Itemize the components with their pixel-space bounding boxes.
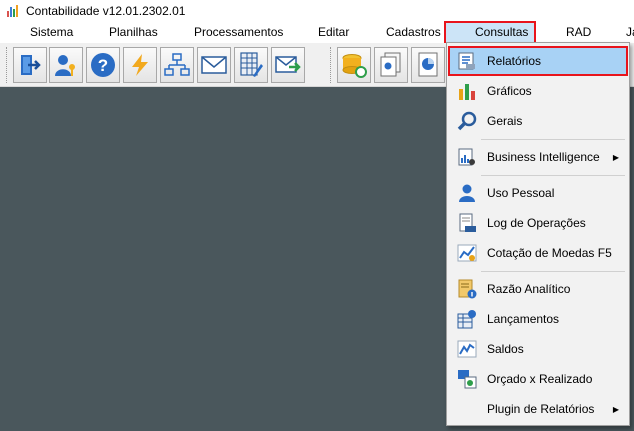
window-title: Contabilidade v12.01.2302.01 <box>26 4 186 18</box>
flowchart-button[interactable] <box>160 47 194 83</box>
menu-item-label: Gráficos <box>487 84 532 98</box>
menu-item-label: Cotação de Moedas F5 <box>487 246 612 260</box>
menu-item-gerais[interactable]: Gerais <box>449 107 627 135</box>
menu-planilhas[interactable]: Planilhas <box>109 22 158 43</box>
envelope-button[interactable] <box>197 47 231 83</box>
mail-send-icon <box>275 56 301 73</box>
menu-item-graficos[interactable]: Gráficos <box>449 77 627 105</box>
menu-item-label: Log de Operações <box>487 216 586 230</box>
bar-chart-icon <box>456 80 478 102</box>
menu-item-label: Saldos <box>487 342 524 356</box>
coins-refresh-icon <box>342 54 367 78</box>
submenu-arrow-icon: ▶ <box>612 152 619 162</box>
menu-item-relatorios[interactable]: Relatórios <box>448 46 628 76</box>
menu-item-saldos[interactable]: Saldos <box>449 335 627 363</box>
spreadsheet-pen-icon <box>240 52 263 77</box>
menu-item-label: Uso Pessoal <box>487 186 555 200</box>
menu-item-label: Orçado x Realizado <box>487 372 593 386</box>
menu-separator <box>481 175 625 176</box>
menu-item-label: Gerais <box>487 114 523 128</box>
menu-separator <box>481 139 625 140</box>
pages-button[interactable] <box>374 47 408 83</box>
menu-bar: Sistema Planilhas Processamentos Editar … <box>0 21 634 44</box>
pages-icon <box>380 52 401 77</box>
menu-item-plugin-de-relatorios[interactable]: Plugin de Relatórios ▶ <box>449 395 627 423</box>
magnifier-icon <box>456 110 478 132</box>
menu-sistema[interactable]: Sistema <box>30 22 73 43</box>
spreadsheet-pen-button[interactable] <box>234 47 268 83</box>
envelope-icon <box>201 56 227 74</box>
lightning-icon <box>132 54 148 76</box>
menu-consultas[interactable]: Consultas <box>444 21 536 44</box>
menu-item-label: Business Intelligence <box>487 150 600 164</box>
menu-rad[interactable]: RAD <box>566 22 591 43</box>
consultas-dropdown-menu: Relatórios Gráficos Gerais Business Inte… <box>446 42 630 426</box>
pie-chart-icon <box>418 52 438 77</box>
balance-chart-icon <box>456 338 478 360</box>
exit-button[interactable] <box>13 47 47 83</box>
log-document-icon <box>456 212 478 234</box>
submenu-arrow-icon: ▶ <box>612 404 619 414</box>
toolbar-grip[interactable] <box>330 47 333 83</box>
lightning-button[interactable] <box>123 47 157 83</box>
menu-ja[interactable]: Ja <box>626 22 634 43</box>
title-bar: Contabilidade v12.01.2302.01 <box>0 0 634 22</box>
flowchart-icon <box>164 53 190 76</box>
business-intelligence-icon <box>456 146 478 168</box>
currency-chart-icon <box>456 242 478 264</box>
menu-separator <box>481 271 625 272</box>
menu-item-label: Razão Analítico <box>487 282 571 296</box>
report-icon <box>456 50 478 72</box>
menu-item-log-de-operacoes[interactable]: Log de Operações <box>449 209 627 237</box>
menu-item-razao-analitico[interactable]: Razão Analítico <box>449 275 627 303</box>
menu-editar[interactable]: Editar <box>318 22 349 43</box>
exit-icon <box>21 55 41 75</box>
menu-item-uso-pessoal[interactable]: Uso Pessoal <box>449 179 627 207</box>
entries-icon <box>456 308 478 330</box>
menu-cadastros[interactable]: Cadastros <box>386 22 441 43</box>
users-key-icon <box>55 55 75 76</box>
menu-item-label: Relatórios <box>487 54 542 68</box>
user-icon <box>456 182 478 204</box>
app-chart-icon <box>6 4 20 18</box>
coins-refresh-button[interactable] <box>337 47 371 83</box>
toolbar-grip[interactable] <box>6 47 9 83</box>
ledger-info-icon <box>456 278 478 300</box>
menu-item-cotacao-de-moedas[interactable]: Cotação de Moedas F5 <box>449 239 627 267</box>
help-button[interactable]: ? <box>86 47 120 83</box>
menu-processamentos[interactable]: Processamentos <box>194 22 283 43</box>
menu-item-business-intelligence[interactable]: Business Intelligence ▶ <box>449 143 627 171</box>
menu-item-label: Lançamentos <box>487 312 560 326</box>
pie-chart-button[interactable] <box>411 47 445 83</box>
menu-item-lancamentos[interactable]: Lançamentos <box>449 305 627 333</box>
mail-send-button[interactable] <box>271 47 305 83</box>
help-icon: ? <box>91 53 115 77</box>
users-key-button[interactable] <box>49 47 83 83</box>
menu-item-label: Plugin de Relatórios <box>487 402 595 416</box>
menu-item-orcado-x-realizado[interactable]: Orçado x Realizado <box>449 365 627 393</box>
svg-text:?: ? <box>98 56 108 75</box>
budget-vs-actual-icon <box>456 368 478 390</box>
